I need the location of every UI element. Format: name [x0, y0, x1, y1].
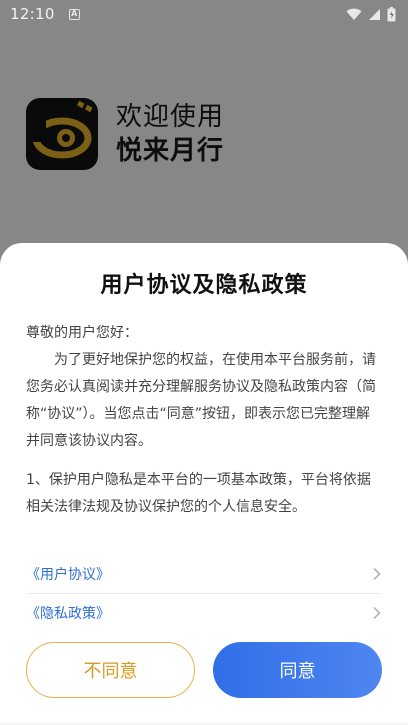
- chevron-right-icon: [373, 567, 381, 581]
- status-left: 12:10 A: [10, 5, 80, 23]
- battery-icon: [387, 6, 396, 21]
- greeting-text: 尊敬的用户您好：: [26, 325, 138, 341]
- user-agreement-link[interactable]: 《用户协议》: [26, 564, 110, 584]
- dialog-title: 用户协议及隐私政策: [100, 273, 308, 298]
- agreement-paragraph-2: 1、保护用户隐私是本平台的一项基本政策，平台将依据相关法律法规及协议保护您的个人…: [26, 472, 371, 515]
- status-bar: 12:10 A: [0, 0, 408, 28]
- privacy-policy-link[interactable]: 《隐私政策》: [26, 603, 110, 623]
- wifi-icon: [346, 8, 362, 20]
- privacy-policy-link-row[interactable]: 《隐私政策》: [26, 593, 382, 633]
- chevron-right-icon: [373, 606, 381, 620]
- status-time: 12:10: [10, 5, 55, 23]
- disagree-button[interactable]: 不同意: [26, 642, 195, 698]
- agree-button[interactable]: 同意: [213, 642, 382, 698]
- status-right: [346, 6, 396, 22]
- status-a-badge-icon: A: [68, 8, 80, 20]
- user-agreement-link-row[interactable]: 《用户协议》: [26, 554, 382, 594]
- agreement-paragraph-1: 为了更好地保护您的权益，在使用本平台服务前，请您务必认真阅读并充分理解服务协议及…: [26, 352, 376, 449]
- dialog-body: 尊敬的用户您好： 为了更好地保护您的权益，在使用本平台服务前，请您务必认真阅读并…: [26, 320, 382, 521]
- signal-icon: [369, 8, 380, 20]
